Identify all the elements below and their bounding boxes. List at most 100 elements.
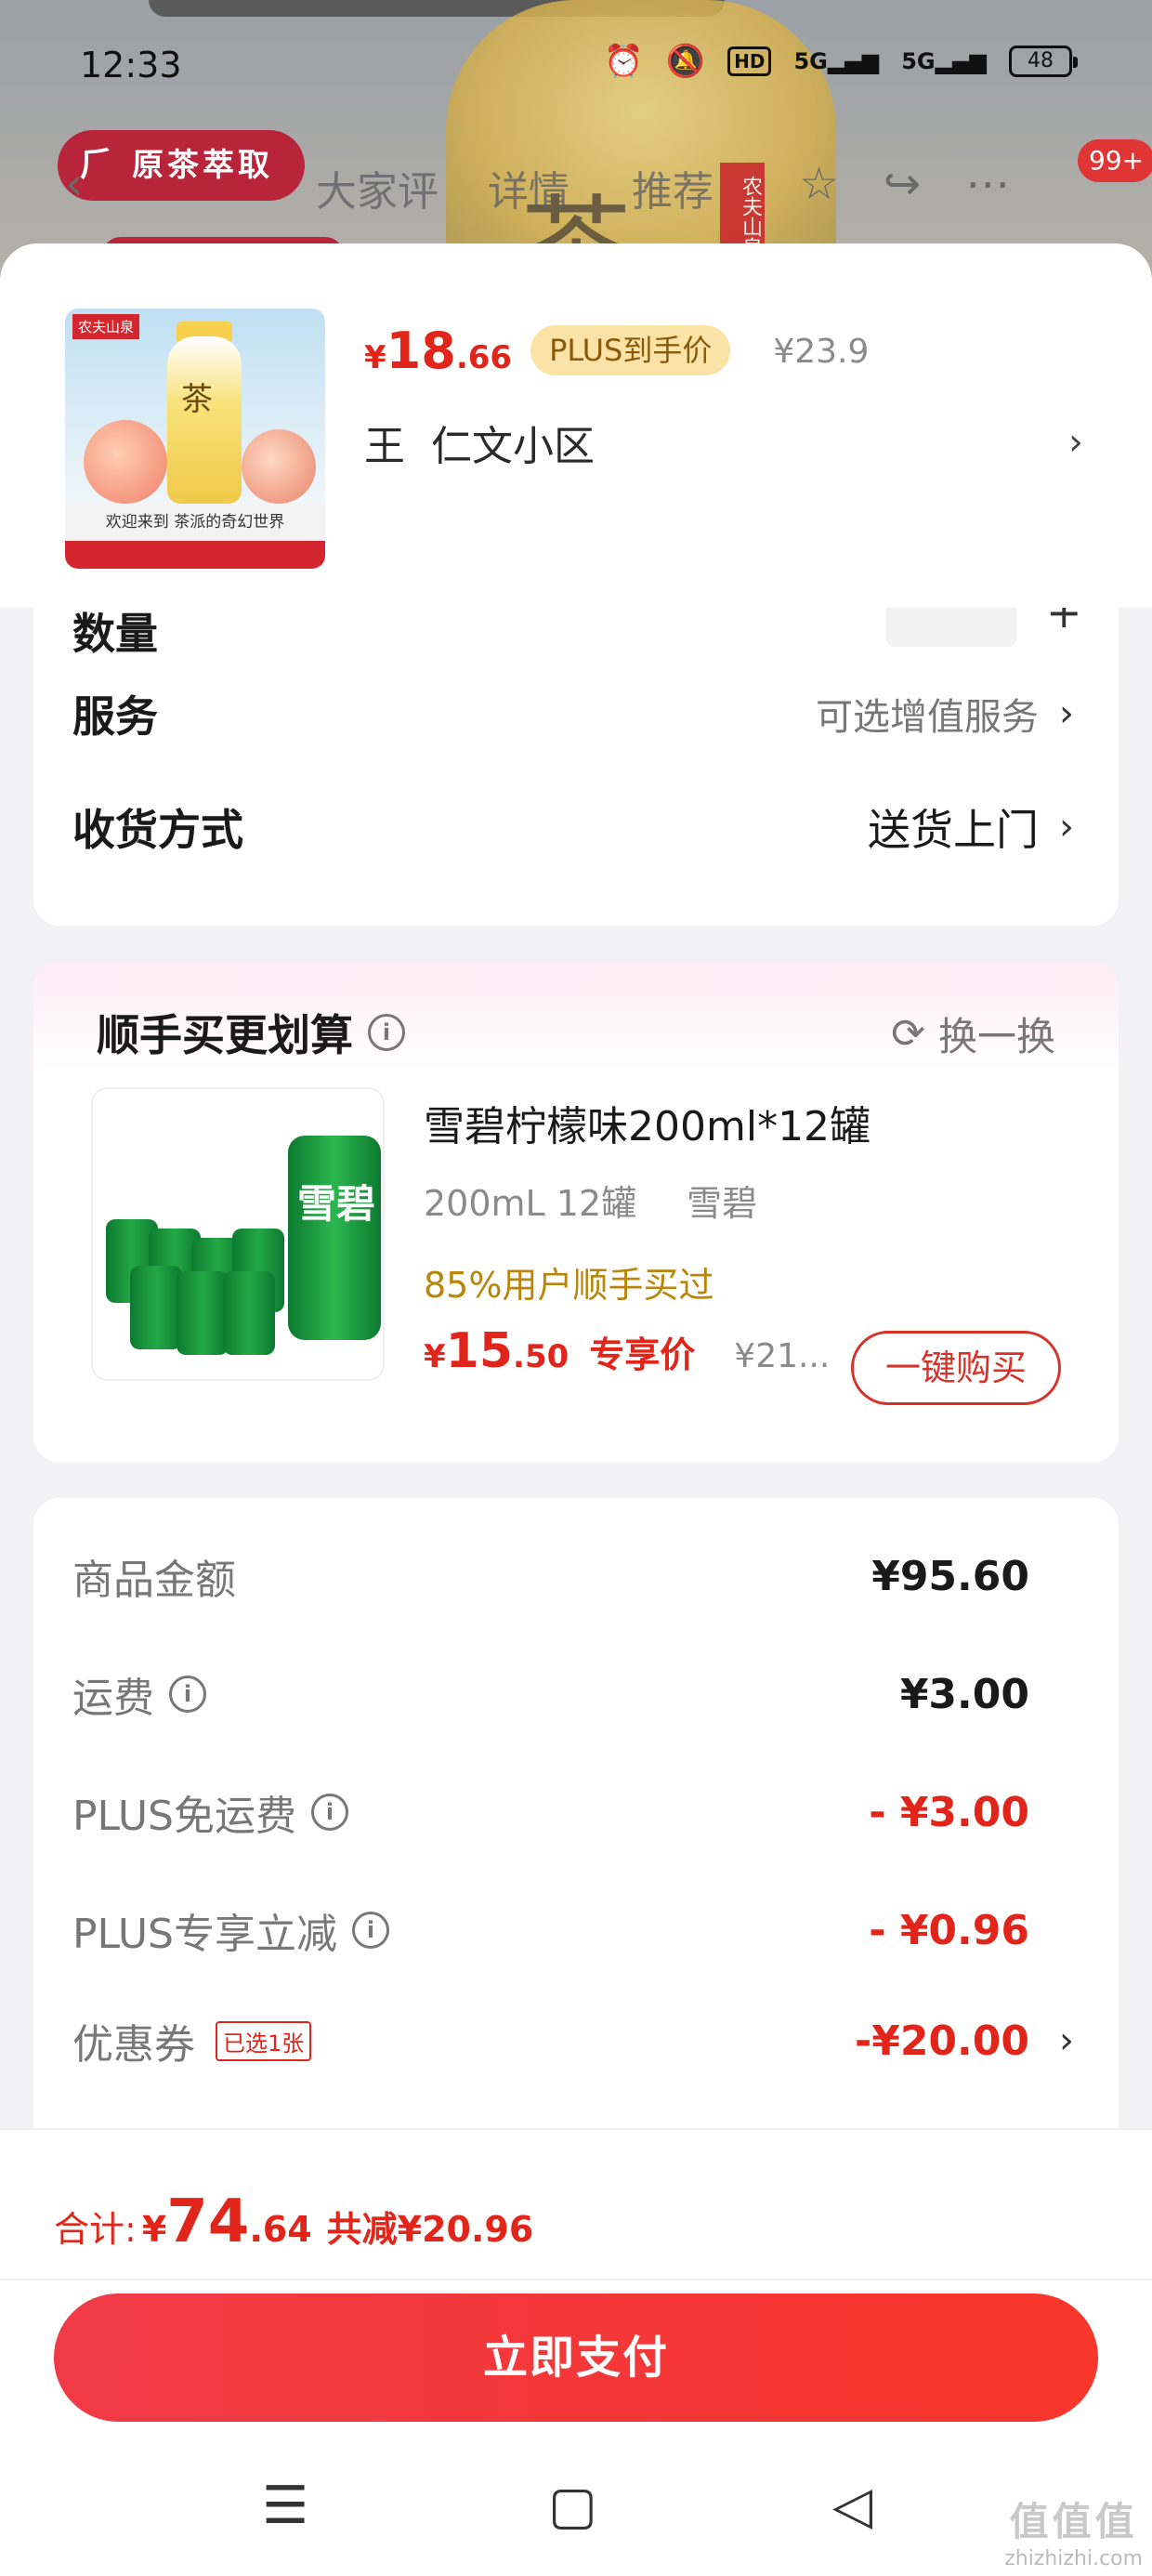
plus-price-tag: PLUS到手价	[530, 325, 731, 375]
shipping-value: ¥3.00	[899, 1670, 1029, 1718]
peach-image	[242, 429, 316, 504]
leaf-icon: ⺁	[80, 146, 118, 184]
signal-icon-1: 5G▂▄▆	[793, 48, 880, 74]
delivery-value: 送货上门 ›	[868, 796, 1074, 858]
background-message-badge: 99+	[1078, 139, 1152, 182]
delivery-label: 收货方式	[72, 805, 243, 855]
bottle-image	[167, 336, 242, 504]
service-value: 可选增值服务 ›	[816, 687, 1074, 741]
thumbnail-brand-logo: 农夫山泉	[72, 314, 140, 339]
price-integer: 18	[386, 322, 456, 380]
info-icon[interactable]: i	[368, 1014, 405, 1051]
one-click-buy-button[interactable]: 一键购买	[851, 1331, 1061, 1405]
service-row[interactable]: 服务 可选增值服务 ›	[72, 677, 1074, 751]
mute-bell-icon: 🔕	[665, 43, 706, 80]
addon-product-spec: 200mL 12罐 雪碧	[424, 1175, 757, 1226]
addon-original-price: ¥21...	[734, 1337, 831, 1375]
goods-amount-value: ¥95.60	[871, 1552, 1029, 1600]
thumbnail-caption: 欢迎来到 茶派的奇幻世界	[65, 504, 325, 541]
thumbnail-footer-strip	[65, 541, 325, 569]
goods-amount-label: 商品金额	[72, 1557, 236, 1604]
coupon-label: 优惠券 已选1张	[72, 2011, 312, 2070]
addon-exclusive-label: 专享价	[589, 1334, 696, 1375]
plus-discount-label-text: PLUS专享立减	[72, 1911, 337, 1958]
plus-free-shipping-label-text: PLUS免运费	[72, 1793, 296, 1840]
plus-discount-row: PLUS专享立减 i - ¥0.96	[72, 1893, 1029, 1967]
total-label: 合计:	[54, 2209, 137, 2250]
product-thumbnail: 农夫山泉 茶 欢迎来到 茶派的奇幻世界	[65, 309, 325, 569]
shipping-label: 运费 i	[72, 1664, 206, 1724]
chevron-right-icon: ›	[1068, 421, 1083, 464]
background-pill-label: 原茶萃取	[132, 147, 273, 184]
watermark-url: zhizhizhi.com	[1004, 2547, 1143, 2570]
watermark-logo: 值值值	[1009, 2499, 1138, 2544]
service-label: 服务	[72, 691, 158, 742]
address-row[interactable]: 王 仁文小区 ›	[364, 413, 1089, 472]
network-type-1: 5G	[793, 48, 828, 74]
can-image-large	[288, 1136, 381, 1340]
can-image	[177, 1271, 229, 1355]
service-value-text: 可选增值服务	[816, 696, 1039, 739]
pay-now-button[interactable]: 立即支付	[54, 2293, 1098, 2422]
addon-price-decimal: .50	[513, 1338, 569, 1375]
alarm-icon: ⏰	[604, 43, 644, 80]
info-icon[interactable]: i	[352, 1912, 389, 1949]
background-tab-recommend: 推荐	[632, 168, 713, 216]
plus-free-shipping-row: PLUS免运费 i - ¥3.00	[72, 1775, 1029, 1849]
status-bar: 12:33 ⏰ 🔕 HD 5G▂▄▆ 5G▂▄▆ 48	[0, 37, 1152, 102]
back-triangle-icon[interactable]: ◁	[832, 2476, 872, 2536]
goods-amount-row: 商品金额 ¥95.60	[72, 1539, 1029, 1613]
info-icon[interactable]: i	[169, 1676, 206, 1713]
addon-price-row: ¥ 15 .50 专享价 ¥21...	[424, 1323, 830, 1379]
can-image	[130, 1266, 182, 1349]
hd-icon: HD	[727, 46, 772, 76]
options-card: 数量 + 服务 可选增值服务 › 收货方式 送货上门 ›	[33, 569, 1119, 926]
coupon-selected-badge: 已选1张	[216, 2020, 312, 2061]
chevron-right-icon: ›	[1059, 2019, 1074, 2062]
address-recipient-name: 王	[364, 423, 405, 470]
status-icons: ⏰ 🔕 HD 5G▂▄▆ 5G▂▄▆ 48	[604, 43, 1078, 80]
product-price-row: ¥ 18 .66 PLUS到手价 ¥23.9	[364, 322, 869, 383]
swap-button[interactable]: ⟳ 换一换	[891, 1005, 1055, 1062]
original-price: ¥23.9	[773, 333, 870, 371]
addon-product-name[interactable]: 雪碧柠檬味200ml*12罐	[424, 1093, 871, 1152]
shipping-label-text: 运费	[72, 1675, 154, 1722]
price-decimal: .66	[455, 339, 513, 376]
can-brand-text: 雪碧	[296, 1181, 375, 1227]
price-currency: ¥	[364, 339, 386, 376]
addon-card: 顺手买更划算 i ⟳ 换一换 雪碧 雪碧柠檬味200ml*12罐 200mL 1…	[33, 961, 1119, 1463]
addon-price-integer: 15	[445, 1323, 514, 1379]
home-square-icon[interactable]: ▢	[548, 2476, 597, 2536]
checkout-bottom-bar: 合计: ¥ 74 .64 共减¥20.96 立即支付 ☰ ▢ ◁ 值值值 zhi…	[0, 2128, 1152, 2576]
divider	[0, 2279, 1152, 2280]
quantity-label: 数量	[72, 609, 158, 659]
addon-price-currency: ¥	[424, 1338, 446, 1375]
menu-icon[interactable]: ☰	[262, 2476, 308, 2536]
addon-product-image[interactable]: 雪碧	[91, 1087, 385, 1381]
delivery-value-text: 送货上门	[868, 805, 1039, 855]
coupon-row[interactable]: 优惠券 已选1张 -¥20.00 ›	[72, 2004, 1074, 2078]
total-currency: ¥	[141, 2209, 167, 2250]
addon-spec-brand: 雪碧	[687, 1183, 758, 1224]
can-image	[223, 1271, 275, 1355]
info-icon[interactable]: i	[311, 1794, 348, 1831]
background-tab-details: 详情	[488, 168, 569, 216]
plus-free-shipping-label: PLUS免运费 i	[72, 1782, 348, 1842]
status-time: 12:33	[80, 45, 182, 85]
thumbnail-tea-character: 茶	[181, 381, 213, 418]
delivery-row[interactable]: 收货方式 送货上门 ›	[72, 790, 1074, 864]
addon-spec-size: 200mL 12罐	[424, 1183, 637, 1224]
background-action-icons: ☆↪⋯	[799, 158, 1055, 210]
product-header: 农夫山泉 茶 欢迎来到 茶派的奇幻世界 ¥ 18 .66 PLUS到手价 ¥23…	[0, 243, 1152, 608]
addon-popularity: 85%用户顺手买过	[424, 1265, 714, 1306]
system-nav-bar: ☰ ▢ ◁	[0, 2476, 1152, 2576]
signal-icon-2: 5G▂▄▆	[901, 48, 987, 74]
address-text: 仁文小区	[431, 423, 595, 470]
refresh-icon: ⟳	[891, 1010, 925, 1058]
total-integer: 74	[166, 2188, 250, 2256]
total-decimal: .64	[249, 2209, 312, 2250]
total-row: 合计: ¥ 74 .64 共减¥20.96	[54, 2188, 533, 2256]
background-tab-reviews: 大家评	[316, 168, 439, 216]
swap-label: 换一换	[937, 1014, 1055, 1059]
background-feature-pill: ⺁ 原茶萃取	[58, 130, 305, 201]
